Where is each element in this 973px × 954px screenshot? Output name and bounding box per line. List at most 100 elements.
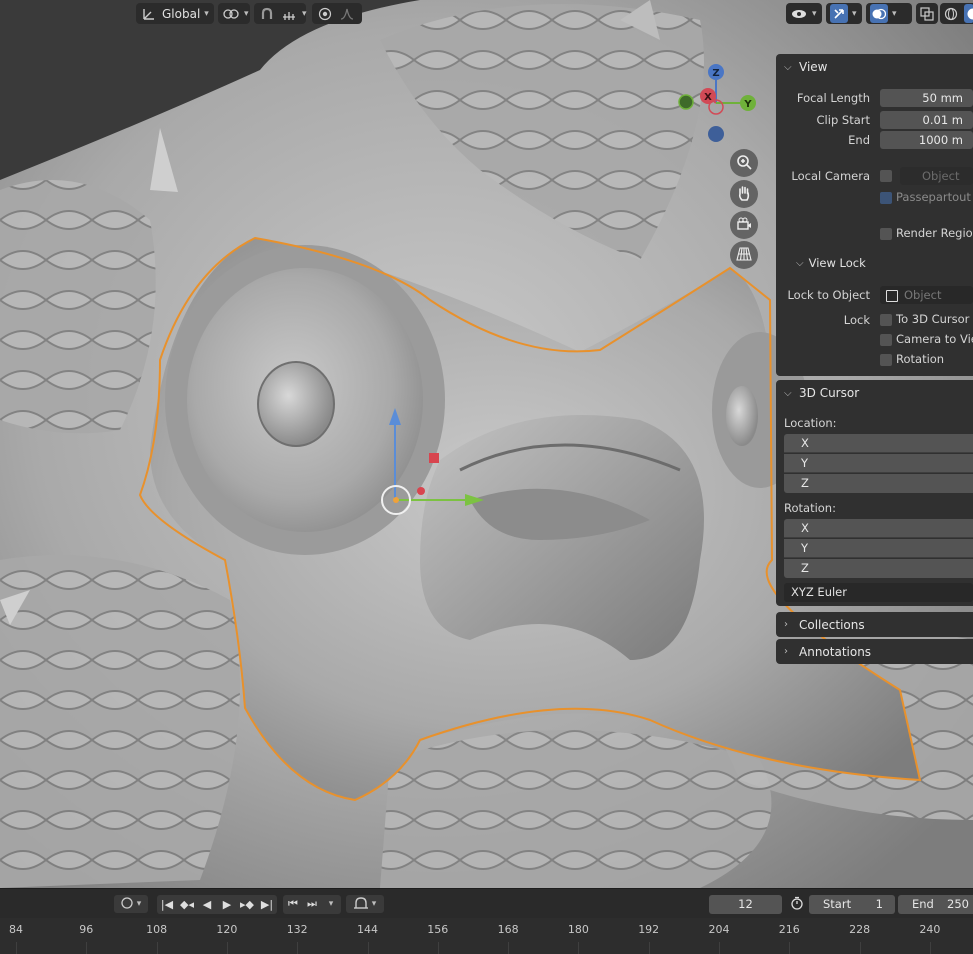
prev-keyframe-icon: ◆◂ (180, 897, 194, 911)
rotation-y-field[interactable]: Y (784, 539, 973, 558)
rotation-lock-checkbox[interactable] (880, 354, 892, 366)
view-panel-header[interactable]: ⌵ View (776, 54, 973, 80)
camera-view-button[interactable] (730, 211, 758, 239)
to-3d-cursor-checkbox[interactable] (880, 314, 892, 326)
current-frame-field[interactable]: 12 (709, 895, 782, 914)
focal-length-label: Focal Length (796, 91, 870, 105)
wireframe-shading-icon[interactable] (942, 4, 960, 23)
stopwatch-icon (790, 896, 804, 913)
auto-keying-dropdown[interactable]: ▾ (346, 895, 384, 913)
overlay-icon[interactable] (870, 4, 888, 23)
transform-orientation-dropdown[interactable]: Global ▾ (136, 3, 214, 24)
timeline-tick-label: 240 (919, 923, 941, 936)
timeline-tick-label: 108 (146, 923, 168, 936)
timeline-tick-line (648, 942, 650, 954)
xray-icon[interactable] (918, 4, 936, 23)
timeline-tick-label: 156 (427, 923, 449, 936)
overlay-toggle[interactable]: ▾ (866, 3, 912, 24)
pivot-point-dropdown[interactable]: ▾ (218, 3, 250, 24)
shading-mode-group[interactable] (940, 3, 973, 24)
passepartout-checkbox[interactable] (880, 192, 892, 204)
transform-orientation-icon (140, 4, 158, 23)
chevron-down-icon: ▾ (204, 8, 209, 19)
clip-start-label: Clip Start (816, 113, 870, 127)
play-icon: ▶ (222, 897, 232, 911)
xray-toggle[interactable] (916, 3, 938, 24)
clip-start-field[interactable]: 0.01 m (880, 111, 973, 129)
clip-end-field[interactable]: 1000 m (880, 131, 973, 149)
timeline-tick-label: 132 (286, 923, 308, 936)
lock-to-object-placeholder: Object (904, 288, 942, 302)
visibility-dropdown[interactable]: ▾ (786, 3, 822, 24)
viewport-header: Global ▾ ▾ ▾ ▾ ▾ ▾ (0, 0, 973, 28)
solid-shading-icon[interactable] (964, 4, 973, 23)
zoom-button[interactable] (730, 149, 758, 177)
navigation-gizmo[interactable]: Z X Y (672, 58, 762, 148)
keyframe-type-dropdown[interactable]: ▾ (114, 895, 148, 913)
play-button[interactable]: ▶ (218, 895, 236, 913)
timeline-tick-label: 228 (849, 923, 871, 936)
proportional-editing-controls[interactable] (312, 3, 362, 24)
perspective-toggle-button[interactable] (730, 241, 758, 269)
lock-label: Lock (843, 313, 870, 327)
gizmo-toggle[interactable]: ▾ (826, 3, 862, 24)
jump-to-end-button[interactable]: ▶| (258, 895, 276, 913)
chevron-right-icon: › (784, 619, 788, 630)
location-x-field[interactable]: X (784, 434, 973, 453)
next-keyframe-button[interactable]: ⏭ (303, 895, 321, 913)
start-frame-label: Start (823, 897, 852, 911)
location-y-field[interactable]: Y (784, 454, 973, 473)
snap-increment-icon[interactable] (280, 4, 298, 23)
start-frame-field[interactable]: Start 1 (809, 895, 895, 914)
jump-next-keyframe-button[interactable]: ▸◆ (238, 895, 256, 913)
chevron-down-icon: ▾ (136, 899, 142, 909)
rotation-x-field[interactable]: X (784, 519, 973, 538)
timeline-tick-line (86, 942, 88, 954)
object-icon (886, 290, 898, 302)
annotations-panel[interactable]: › Annotations (776, 639, 973, 664)
falloff-icon[interactable] (338, 4, 356, 23)
snap-icon[interactable] (258, 4, 276, 23)
render-region-checkbox[interactable] (880, 228, 892, 240)
keyframe-options-dropdown[interactable]: ▾ (322, 895, 340, 913)
timeline-tick-label: 84 (9, 923, 23, 936)
local-camera-object-field[interactable]: Object (900, 167, 973, 185)
end-frame-field[interactable]: End 250 (898, 895, 973, 914)
proportional-edit-icon[interactable] (316, 4, 334, 23)
jump-to-start-button[interactable]: |◀ (158, 895, 176, 913)
pan-button[interactable] (730, 180, 758, 208)
timeline-tick-label: 168 (497, 923, 519, 936)
prev-keyframe-button[interactable]: ⏮ (284, 895, 302, 913)
timeline-tick-label: 96 (79, 923, 94, 936)
rotation-z-field[interactable]: Z (784, 559, 973, 578)
record-icon (121, 896, 133, 912)
rotation-mode-dropdown[interactable]: XYZ Euler (784, 583, 973, 602)
play-reverse-button[interactable]: ◀ (198, 895, 216, 913)
timeline-tick-label: 180 (567, 923, 589, 936)
collections-panel-header[interactable]: › Collections (776, 612, 973, 637)
snap-controls[interactable]: ▾ (254, 3, 307, 24)
jump-prev-keyframe-button[interactable]: ◆◂ (178, 895, 196, 913)
focal-length-field[interactable]: 50 mm (880, 89, 973, 107)
timeline-tick-line (437, 942, 439, 954)
location-z-field[interactable]: Z (784, 474, 973, 493)
timeline-tick-line (367, 942, 369, 954)
camera-to-view-checkbox[interactable] (880, 334, 892, 346)
3d-viewport[interactable]: Global ▾ ▾ ▾ ▾ ▾ ▾ Z X Y ⌵ View Focal Le… (0, 0, 973, 888)
view-lock-subpanel-header[interactable]: ⌵ View Lock (796, 256, 866, 270)
rotation-lock-label: Rotation (896, 352, 945, 366)
chevron-down-icon: ⌵ (796, 257, 804, 269)
timeline-tick-line (16, 942, 17, 954)
chevron-down-icon: ▾ (328, 899, 334, 909)
local-camera-object-placeholder: Object (922, 169, 960, 183)
timeline-ruler[interactable]: 84 96 108 120 132 144 156 168 180 192 204 216 228 240 (0, 918, 973, 954)
local-camera-checkbox[interactable] (880, 170, 892, 182)
gizmo-icon[interactable] (830, 4, 848, 23)
collections-panel[interactable]: › Collections (776, 612, 973, 637)
zoom-icon (736, 154, 752, 173)
chevron-down-icon: ⌵ (784, 387, 792, 399)
use-preview-range-button[interactable] (788, 895, 806, 913)
3d-cursor-panel-header[interactable]: ⌵ 3D Cursor (776, 380, 973, 406)
annotations-panel-title: Annotations (799, 644, 872, 659)
annotations-panel-header[interactable]: › Annotations (776, 639, 973, 664)
